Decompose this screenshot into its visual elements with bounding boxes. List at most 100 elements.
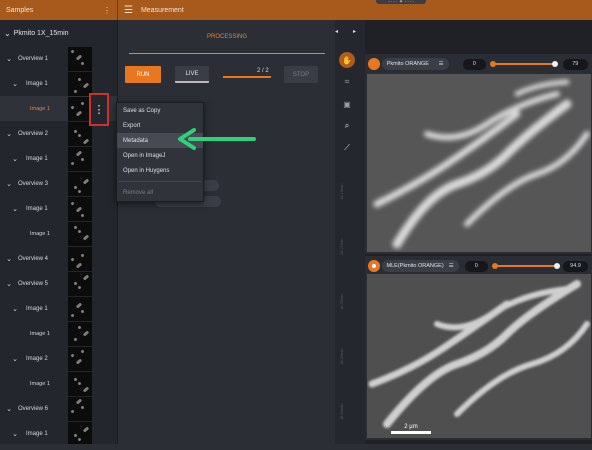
zoom-icon[interactable]: ⌕ — [339, 118, 355, 134]
thumbnail-image[interactable] — [68, 146, 92, 171]
channel-title[interactable]: MLE(Pkmito ORANGE) ☰ — [381, 260, 459, 272]
max-value[interactable]: 79 — [562, 58, 588, 70]
measurement-pane: PROCESSING RUN LIVE 2 / 2 STOP — [119, 20, 335, 444]
min-value[interactable]: 0 — [464, 260, 488, 272]
tree-item[interactable]: ⌄ Overview 6 — [0, 396, 117, 421]
tree-item[interactable]: ⌄ Overview 3 — [0, 171, 117, 196]
context-menu: Save as Copy Export Metadata Open in Ima… — [116, 102, 204, 202]
tree-root[interactable]: ⌄ Pkmito 1X_15min — [0, 20, 117, 46]
chevron-down-icon[interactable]: ⌄ — [10, 80, 20, 88]
green-arrow-annotation — [178, 128, 256, 150]
channel-color-dot[interactable] — [368, 58, 380, 70]
slider-min-knob[interactable] — [490, 61, 496, 67]
thumbnail-speck — [77, 228, 82, 234]
run-button[interactable]: RUN — [125, 66, 161, 83]
microscopy-image-mle[interactable] — [367, 274, 591, 438]
tree-item[interactable]: ⌄ Image 1 — [0, 146, 117, 171]
thumbnail-image[interactable] — [68, 296, 92, 321]
hand-pan-icon[interactable]: ✋ — [339, 52, 355, 68]
progress-bar — [223, 76, 271, 78]
tree-item[interactable]: ⌄ Overview 4 — [0, 246, 117, 271]
thumbnail-image[interactable] — [68, 321, 92, 346]
crop-icon[interactable]: ▣ — [339, 96, 355, 112]
thumbnail-speck — [77, 380, 82, 386]
menu-item-open-huygens[interactable]: Open in Huygens — [117, 163, 203, 178]
chevron-down-icon[interactable]: ⌄ — [10, 205, 20, 213]
thumbnail-speck — [82, 273, 90, 281]
thumbnail-image[interactable] — [68, 46, 92, 71]
chevron-down-icon[interactable]: ⌄ — [4, 180, 14, 188]
list-icon[interactable]: ☰ — [439, 61, 444, 67]
fit-frame-icon[interactable]: ⌗ — [339, 74, 355, 90]
thumbnail-image[interactable] — [68, 271, 92, 296]
thumbnail-speck — [80, 100, 85, 106]
chevron-down-icon[interactable]: ⌄ — [4, 130, 14, 138]
tree-item[interactable]: Image 1 — [0, 221, 117, 246]
slider-max-knob[interactable] — [552, 61, 558, 67]
intensity-slider[interactable] — [491, 260, 560, 272]
tree-item[interactable]: ⌄ Overview 5 — [0, 271, 117, 296]
thumbnail-image[interactable] — [68, 421, 92, 444]
tree-item[interactable]: ⌄ Image 1 — [0, 196, 117, 221]
chevron-down-icon[interactable]: ⌄ — [4, 55, 14, 63]
thumbnail-speck — [82, 233, 90, 241]
thumbnail-speck — [77, 436, 82, 442]
mito-image-raw — [367, 74, 591, 252]
chevron-down-icon[interactable]: ⌄ — [10, 155, 20, 163]
image-options-button[interactable]: ⋮ — [89, 93, 109, 126]
stop-button[interactable]: STOP — [284, 66, 318, 83]
slider-max-knob[interactable] — [553, 263, 560, 269]
thumbnail-image[interactable] — [68, 246, 92, 271]
tree-item-label: Image 1 — [26, 155, 48, 162]
ruler-tick-label: 18.19min — [339, 183, 344, 200]
thumbnail-image[interactable] — [68, 346, 92, 371]
chevron-down-icon[interactable]: ⌄ — [4, 280, 14, 288]
tree-item[interactable]: ⌄ Image 1 — [0, 421, 117, 444]
thumbnail-image[interactable] — [68, 171, 92, 196]
collapse-right-icon[interactable]: ▸ — [353, 28, 356, 35]
collapse-left-icon[interactable]: ◂ — [335, 28, 338, 35]
tree-item[interactable]: Image 1 — [0, 321, 117, 346]
thumbnail-speck — [75, 53, 83, 61]
thumbnail-image[interactable] — [68, 196, 92, 221]
tree-item[interactable]: ⌄ Overview 1 — [0, 46, 117, 71]
vertical-dots-icon[interactable]: ⋮ — [103, 6, 111, 15]
thumbnail-speck — [80, 156, 85, 162]
list-icon[interactable]: ☰ — [449, 263, 454, 269]
chevron-down-icon[interactable]: ⌄ — [4, 405, 14, 413]
thumbnail-speck — [82, 329, 90, 337]
panel-header: MLE(Pkmito ORANGE) ☰ 0 94.9 — [368, 259, 588, 273]
thumbnail-image[interactable] — [68, 71, 92, 96]
tree-item-label: Image 1 — [30, 105, 50, 112]
thumbnail-speck — [70, 48, 75, 54]
microscopy-image-raw[interactable] — [367, 74, 591, 252]
processing-controls: RUN LIVE 2 / 2 STOP — [125, 64, 331, 84]
hamburger-icon[interactable]: ☰ — [124, 5, 133, 16]
slider-min-knob[interactable] — [491, 263, 498, 269]
intensity-slider[interactable] — [490, 58, 558, 70]
ruler-tick-label: 18.35min — [339, 293, 344, 310]
max-value[interactable]: 94.9 — [563, 260, 588, 272]
min-value[interactable]: 0 — [462, 58, 486, 70]
thumbnail-image[interactable] — [68, 396, 92, 421]
chevron-down-icon[interactable]: ⌄ — [10, 355, 20, 363]
tree-item-label: Image 1 — [30, 330, 50, 337]
menu-item-remove-all: Remove all — [123, 189, 154, 196]
tree-item-label: Overview 1 — [18, 55, 49, 62]
panel-grip-handle[interactable]: ······ ✦ ······ — [376, 0, 426, 5]
tree-item[interactable]: ⌄ Image 2 — [0, 346, 117, 371]
line-profile-icon[interactable]: ⟋ — [339, 140, 355, 156]
chevron-down-icon[interactable]: ⌄ — [4, 255, 14, 263]
chevron-down-icon[interactable]: ⌄ — [10, 305, 20, 313]
thumbnail-image[interactable] — [68, 371, 92, 396]
channel-title[interactable]: Pkmito ORANGE ☰ — [381, 58, 449, 70]
tree-item[interactable]: ⌄ Image 1 — [0, 296, 117, 321]
menu-item-save-as-copy[interactable]: Save as Copy — [117, 103, 203, 118]
tree-item[interactable]: Image 1 — [0, 371, 117, 396]
tab-processing[interactable]: PROCESSING — [129, 20, 325, 54]
channel-color-dot[interactable] — [368, 260, 380, 272]
thumbnail-image[interactable] — [68, 221, 92, 246]
live-button[interactable]: LIVE — [175, 66, 209, 83]
chevron-down-icon[interactable]: ⌄ — [4, 29, 11, 38]
chevron-down-icon[interactable]: ⌄ — [10, 430, 20, 438]
